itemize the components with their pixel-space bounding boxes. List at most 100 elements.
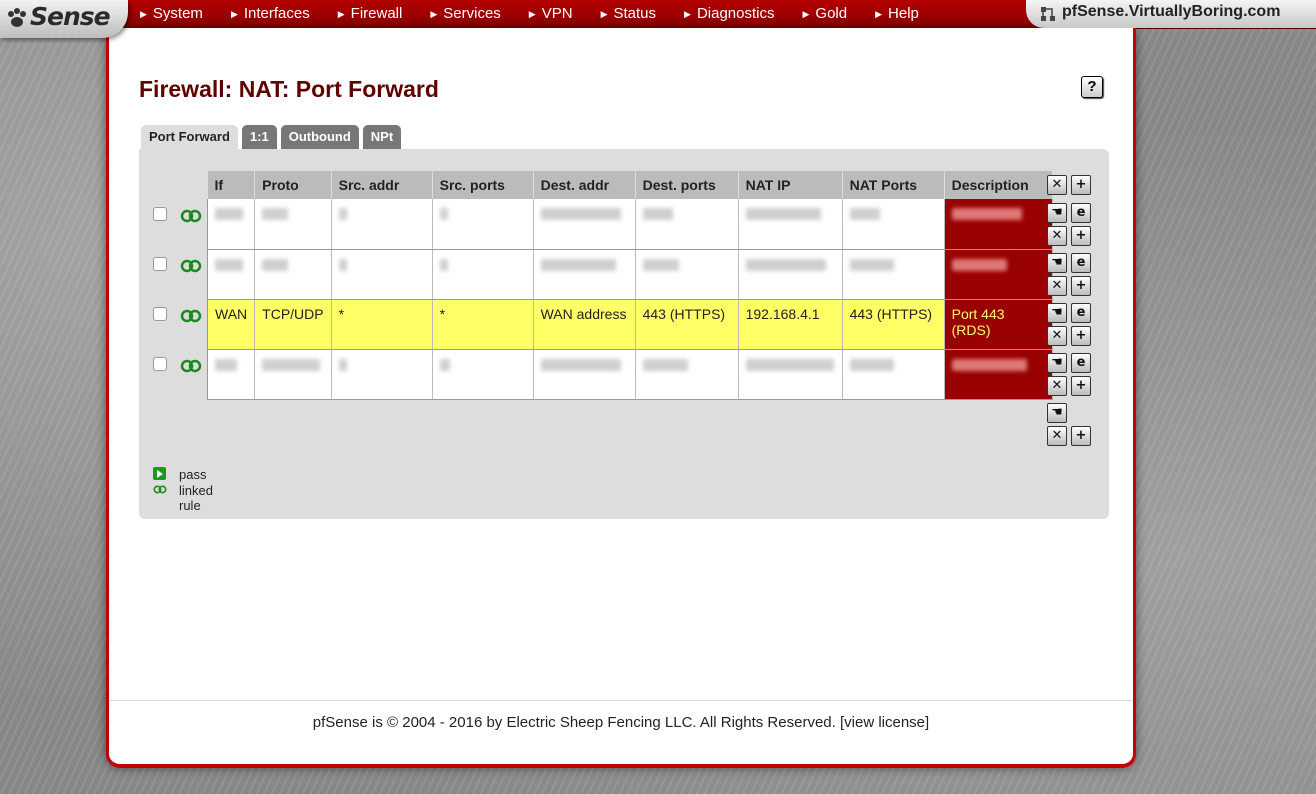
menu-system[interactable]: ▶ System xyxy=(140,0,231,28)
menu-firewall[interactable]: ▶ Firewall xyxy=(338,0,431,28)
tab-port-forward[interactable]: Port Forward xyxy=(141,125,238,149)
add-icon[interactable]: + xyxy=(1071,376,1091,396)
page-title: Firewall: NAT: Port Forward xyxy=(139,76,439,102)
add-icon[interactable]: + xyxy=(1071,426,1091,446)
col-nat-ip: NAT IP xyxy=(738,171,843,199)
table-row[interactable] xyxy=(206,249,1053,300)
delete-icon[interactable]: ✕ xyxy=(1047,276,1067,296)
cell-nat-ip: 192.168.4.1 xyxy=(738,299,843,350)
row-controls xyxy=(153,300,202,350)
help-icon[interactable]: ? xyxy=(1081,76,1103,98)
move-icon[interactable]: ☚ xyxy=(1047,403,1067,423)
delete-selected-icon[interactable]: ✕ xyxy=(1047,175,1067,195)
menu-label: Interfaces xyxy=(243,5,310,22)
col-src-addr: Src. addr xyxy=(331,171,433,199)
cell-redacted xyxy=(254,199,332,250)
menu-gold[interactable]: ▶ Gold xyxy=(802,0,875,28)
cell-redacted xyxy=(206,249,256,300)
row-checkbox[interactable] xyxy=(153,357,167,371)
menu-label: Services xyxy=(443,5,501,22)
cell-redacted xyxy=(432,199,534,250)
pass-icon xyxy=(153,467,166,480)
delete-icon[interactable]: ✕ xyxy=(1047,426,1067,446)
linked-rule-icon[interactable] xyxy=(180,309,202,323)
cell-redacted xyxy=(944,199,1053,250)
menu-interfaces[interactable]: ▶ Interfaces xyxy=(231,0,338,28)
move-icon[interactable]: ☚ xyxy=(1047,303,1067,323)
delete-icon[interactable]: ✕ xyxy=(1047,326,1067,346)
linked-rule-icon[interactable] xyxy=(180,209,202,223)
cell-redacted xyxy=(206,349,256,400)
col-dest-ports: Dest. ports xyxy=(635,171,739,199)
tab-npt[interactable]: NPt xyxy=(362,125,402,149)
menu-label: Help xyxy=(888,5,919,22)
cell-nat-ports: 443 (HTTPS) xyxy=(842,299,945,350)
menu-arrow-icon: ▶ xyxy=(684,9,691,19)
menu-diagnostics[interactable]: ▶ Diagnostics xyxy=(684,0,802,28)
footer-bracket: ] xyxy=(925,714,930,731)
edit-icon[interactable]: e xyxy=(1071,353,1091,373)
delete-icon[interactable]: ✕ xyxy=(1047,226,1067,246)
col-proto: Proto xyxy=(254,171,332,199)
add-icon[interactable]: + xyxy=(1071,175,1091,195)
cell-redacted xyxy=(533,249,636,300)
view-license-link[interactable]: view license xyxy=(844,714,925,731)
cell-proto: TCP/UDP xyxy=(254,299,332,350)
move-icon[interactable]: ☚ xyxy=(1047,353,1067,373)
menu-help[interactable]: ▶ Help xyxy=(875,0,947,28)
tab-bar: Port Forward 1:1 Outbound NPt xyxy=(141,125,405,149)
cell-redacted xyxy=(331,349,433,400)
cell-redacted xyxy=(944,349,1053,400)
menu-arrow-icon: ▶ xyxy=(140,9,147,19)
cell-redacted xyxy=(533,349,636,400)
menu-arrow-icon: ▶ xyxy=(875,9,883,19)
cell-redacted xyxy=(842,199,945,250)
linked-rule-icon[interactable] xyxy=(180,359,202,373)
add-icon[interactable]: + xyxy=(1071,276,1091,296)
move-icon[interactable]: ☚ xyxy=(1047,203,1067,223)
linked-rule-icon[interactable] xyxy=(180,259,202,273)
legend-linked-label: linked rule xyxy=(179,483,213,513)
delete-icon[interactable]: ✕ xyxy=(1047,376,1067,396)
cell-if: WAN xyxy=(206,299,256,350)
cell-redacted xyxy=(738,199,843,250)
cell-redacted xyxy=(738,349,843,400)
col-nat-ports: NAT Ports xyxy=(842,171,945,199)
cell-redacted xyxy=(254,249,332,300)
cell-redacted xyxy=(635,199,739,250)
menu-vpn[interactable]: ▶ VPN xyxy=(529,0,601,28)
menu-arrow-icon: ▶ xyxy=(802,9,810,19)
add-icon[interactable]: + xyxy=(1071,326,1091,346)
menu-arrow-icon: ▶ xyxy=(528,9,536,19)
table-row-highlighted[interactable]: WAN TCP/UDP * * WAN address 443 (HTTPS) … xyxy=(206,299,1053,350)
cell-redacted xyxy=(738,249,843,300)
pfsense-logo[interactable]: Sense xyxy=(0,0,128,38)
tab-one-to-one[interactable]: 1:1 xyxy=(241,125,277,149)
paw-logo-icon xyxy=(8,8,26,27)
footer-copyright: pfSense is © 2004 - 2016 by Electric She… xyxy=(312,714,845,731)
cell-redacted xyxy=(842,349,945,400)
hostname: pfSense.VirtuallyBoring.com xyxy=(1062,3,1281,20)
main-panel: Firewall: NAT: Port Forward ? Port Forwa… xyxy=(106,28,1136,768)
cell-redacted xyxy=(944,249,1053,300)
rules-content-box: If Proto Src. addr Src. ports Dest. addr… xyxy=(139,149,1109,519)
add-icon[interactable]: + xyxy=(1071,226,1091,246)
table-row[interactable] xyxy=(206,199,1053,250)
tab-outbound[interactable]: Outbound xyxy=(280,125,359,149)
menu-status[interactable]: ▶ Status xyxy=(601,0,684,28)
cell-src-ports: * xyxy=(432,299,534,350)
menu-services[interactable]: ▶ Services xyxy=(430,0,528,28)
table-row[interactable] xyxy=(206,349,1053,400)
menu-label: Gold xyxy=(815,5,848,22)
table-header-row: If Proto Src. addr Src. ports Dest. addr… xyxy=(207,171,1053,199)
edit-icon[interactable]: e xyxy=(1071,253,1091,273)
col-description: Description xyxy=(944,171,1053,199)
row-checkbox[interactable] xyxy=(153,257,167,271)
edit-icon[interactable]: e xyxy=(1071,203,1091,223)
row-checkbox[interactable] xyxy=(153,307,167,321)
move-icon[interactable]: ☚ xyxy=(1047,253,1067,273)
cell-redacted xyxy=(331,199,433,250)
edit-icon[interactable]: e xyxy=(1071,303,1091,323)
row-checkbox[interactable] xyxy=(153,207,167,221)
hostname-box: pfSense.VirtuallyBoring.com xyxy=(1026,0,1316,28)
